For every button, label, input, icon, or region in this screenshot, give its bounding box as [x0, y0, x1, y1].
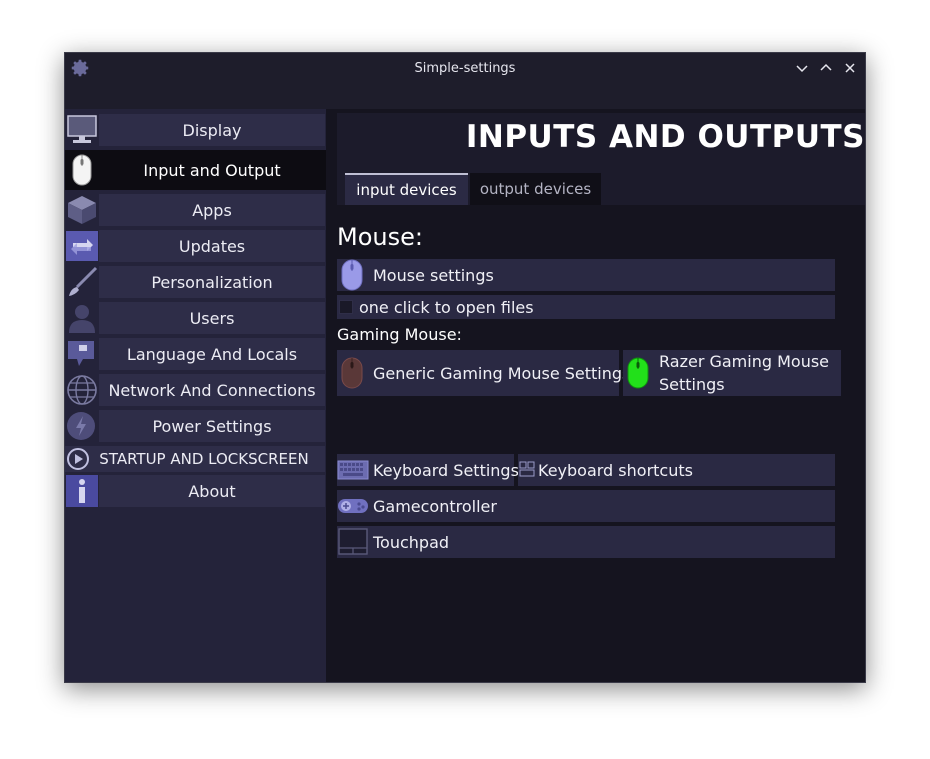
mouse-icon [65, 154, 99, 186]
monitor-icon [65, 114, 99, 146]
sidebar-item-label: Power Settings [99, 410, 325, 442]
sidebar-item-label: Input and Output [99, 154, 325, 186]
razer-gaming-label-line2: Settings [659, 375, 725, 394]
sidebar-item-label: Updates [99, 230, 325, 262]
globe-icon [65, 374, 99, 406]
user-icon [65, 302, 99, 334]
mouse-settings-button[interactable]: Mouse settings [337, 259, 835, 291]
paintbrush-icon [65, 266, 99, 298]
package-icon [65, 194, 99, 226]
chevron-up-icon [820, 63, 832, 71]
sidebar-item-label: Personalization [99, 266, 325, 298]
sidebar-item-apps[interactable]: Apps [65, 194, 326, 226]
generic-gaming-label: Generic Gaming Mouse Settings [373, 363, 631, 383]
sidebar-item-network[interactable]: Network And Connections [65, 374, 326, 406]
keyboard-shortcuts-button[interactable]: Keyboard shortcuts [518, 454, 835, 486]
sidebar: Display Input and Output Apps Updates Pe [65, 109, 326, 682]
minimize-button[interactable] [794, 60, 810, 76]
sidebar-item-label: STARTUP AND LOCKSCREEN [65, 446, 325, 472]
sidebar-item-label: Apps [99, 194, 325, 226]
sidebar-item-updates[interactable]: Updates [65, 230, 326, 262]
razer-gaming-label: Razer Gaming Mouse Settings [655, 350, 829, 396]
gamepad-icon [337, 490, 369, 522]
sidebar-item-startup[interactable]: STARTUP AND LOCKSCREEN [65, 446, 326, 472]
sidebar-item-input-output[interactable]: Input and Output [65, 150, 326, 190]
power-icon [65, 410, 99, 442]
mouse-icon [337, 259, 369, 291]
close-button[interactable] [842, 60, 858, 76]
sidebar-item-label: Display [99, 114, 325, 146]
sidebar-item-label: About [99, 475, 325, 507]
sidebar-item-language[interactable]: Language And Locals [65, 338, 326, 370]
gamecontroller-label: Gamecontroller [373, 496, 497, 516]
app-window: Simple-settings Display Input and Output [64, 52, 866, 683]
touchpad-button[interactable]: Touchpad [337, 526, 835, 558]
maximize-button[interactable] [818, 60, 834, 76]
gaming-mouse-icon [337, 357, 369, 389]
sidebar-item-display[interactable]: Display [65, 114, 326, 146]
gaming-mouse-heading: Gaming Mouse: [337, 325, 462, 344]
play-icon [65, 446, 91, 472]
close-icon [845, 63, 855, 73]
generic-gaming-mouse-button[interactable]: Generic Gaming Mouse Settings [337, 350, 630, 396]
mouse-settings-label: Mouse settings [373, 265, 494, 285]
keyboard-settings-label: Keyboard Settings [373, 460, 519, 480]
page-title: INPUTS AND OUTPUTS [465, 119, 865, 155]
one-click-checkbox[interactable] [339, 300, 353, 314]
sidebar-item-label: Language And Locals [99, 338, 325, 370]
sidebar-item-personalization[interactable]: Personalization [65, 266, 326, 298]
sidebar-item-about[interactable]: About [65, 475, 326, 507]
tab-input-devices[interactable]: input devices [345, 173, 468, 205]
razer-gaming-mouse-button[interactable]: Razer Gaming Mouse Settings [623, 350, 841, 396]
sidebar-item-power[interactable]: Power Settings [65, 410, 326, 442]
mouse-heading: Mouse: [337, 223, 423, 251]
sidebar-item-users[interactable]: Users [65, 302, 326, 334]
refresh-icon [65, 230, 99, 262]
main-content: INPUTS AND OUTPUTS input devices output … [337, 113, 865, 682]
gamecontroller-button[interactable]: Gamecontroller [337, 490, 835, 522]
sidebar-item-label: Users [99, 302, 325, 334]
one-click-checkbox-row[interactable]: one click to open files [337, 295, 835, 319]
razer-gaming-label-line1: Razer Gaming Mouse [659, 352, 830, 371]
keyboard-settings-button[interactable]: Keyboard Settings [337, 454, 519, 486]
keyboard-icon [337, 454, 369, 486]
window-title: Simple-settings [414, 61, 516, 76]
info-icon [65, 475, 99, 507]
title-bar: Simple-settings [65, 53, 865, 109]
keyboard-shortcuts-label: Keyboard shortcuts [538, 460, 693, 480]
chevron-down-icon [796, 65, 808, 73]
tab-output-devices[interactable]: output devices [470, 173, 601, 205]
touchpad-label: Touchpad [373, 532, 450, 552]
sidebar-item-label: Network And Connections [99, 374, 325, 406]
touchpad-icon [337, 526, 369, 558]
shortcuts-icon [518, 454, 536, 486]
language-icon [65, 338, 99, 370]
one-click-label: one click to open files [359, 297, 534, 317]
razer-mouse-icon [623, 357, 655, 389]
